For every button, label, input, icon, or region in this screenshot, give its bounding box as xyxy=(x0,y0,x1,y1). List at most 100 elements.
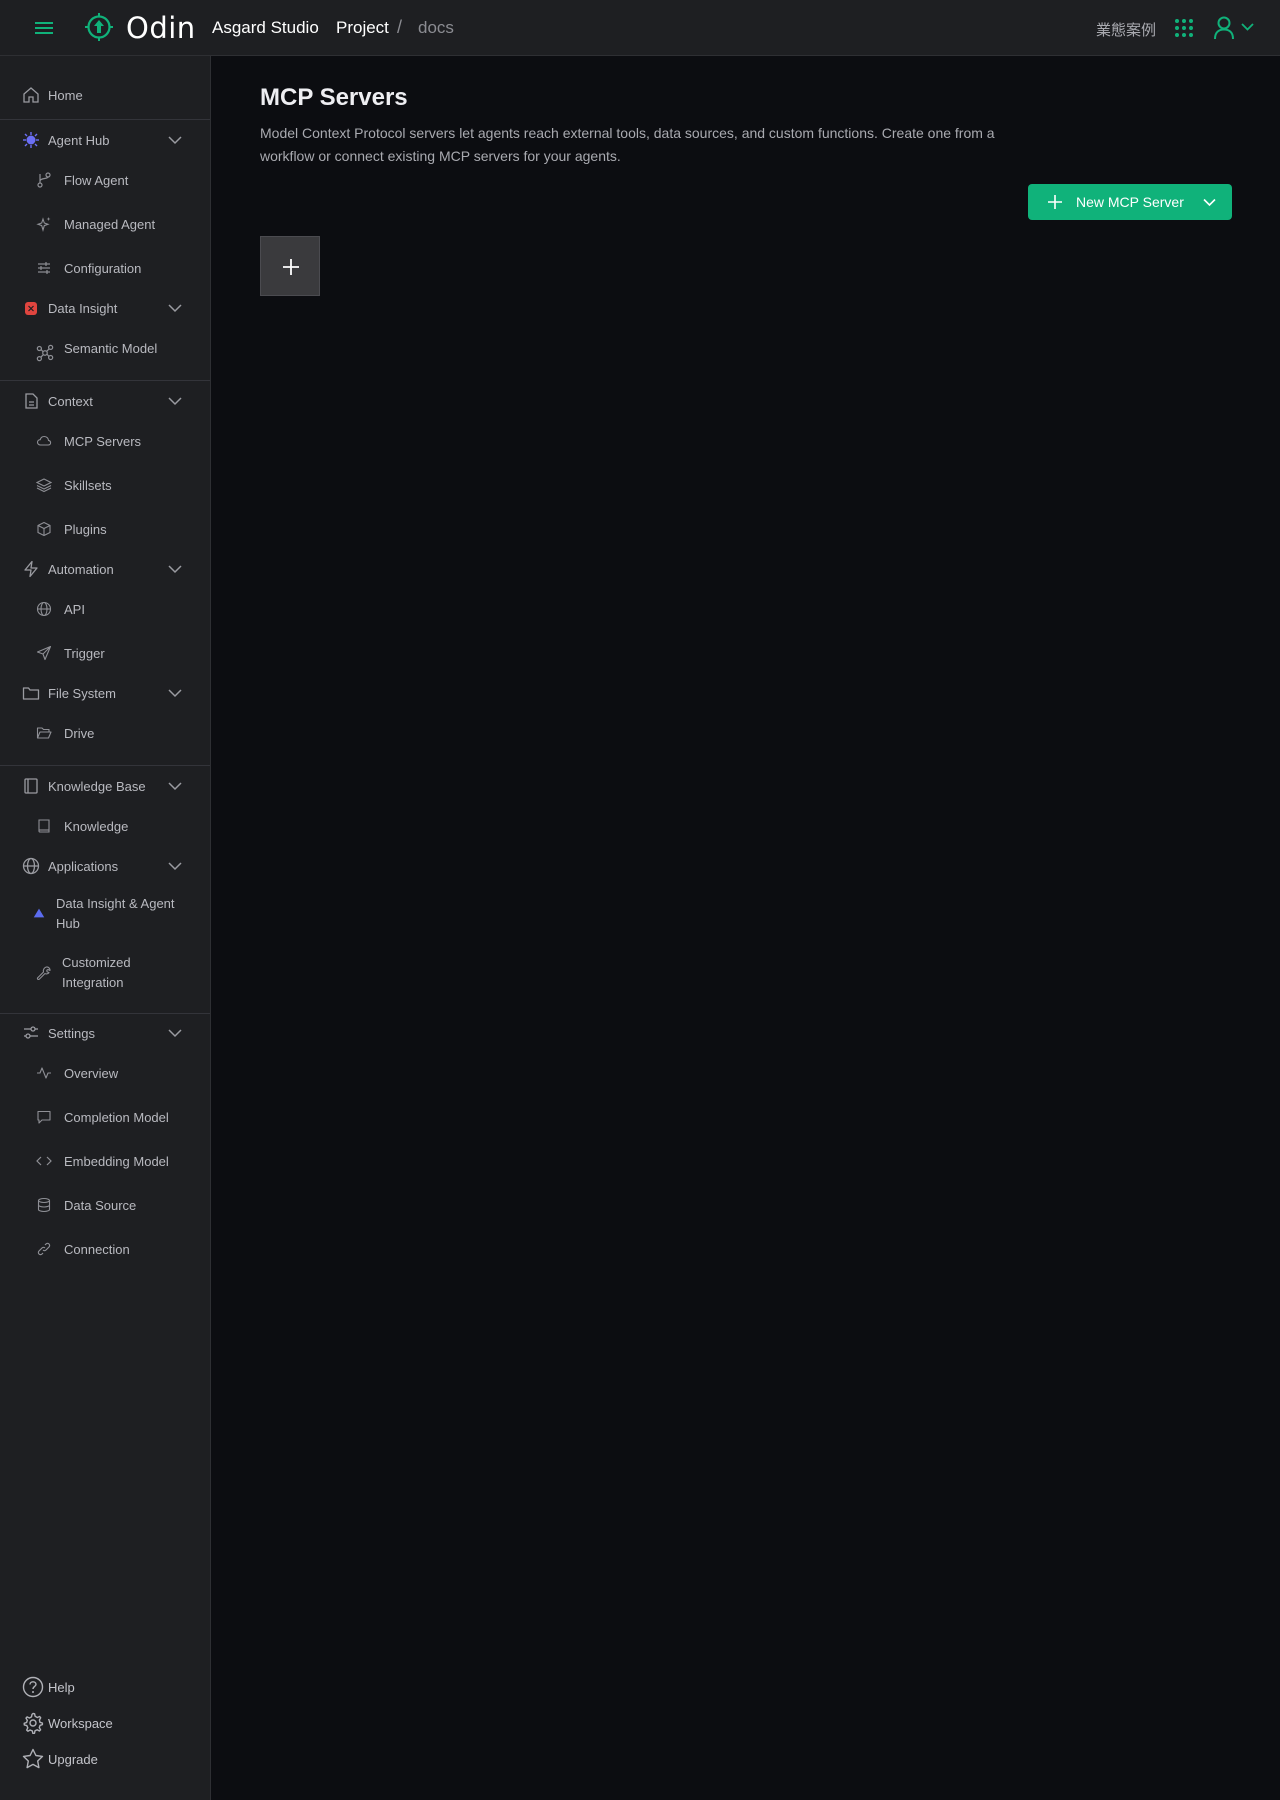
git-branch-icon xyxy=(37,172,51,188)
sidebar-group-automation[interactable]: Automation xyxy=(0,551,210,587)
sidebar-group-label: Automation xyxy=(48,562,114,577)
sidebar-item-label: Trigger xyxy=(64,646,105,661)
top-bar: Odin Asgard Studio Project / docs 業態案例 xyxy=(0,0,1280,56)
sidebar-item-mcp-servers[interactable]: MCP Servers xyxy=(0,423,210,459)
activity-icon xyxy=(37,1067,51,1079)
sidebar-item-help[interactable]: Help xyxy=(0,1669,210,1705)
sidebar-group-label: Context xyxy=(48,394,93,409)
data-insight-icon xyxy=(25,302,37,315)
sidebar-divider xyxy=(0,1013,210,1014)
sidebar-item-label: Managed Agent xyxy=(64,217,156,232)
plus-icon xyxy=(283,259,299,275)
sidebar-item-connection[interactable]: Connection xyxy=(0,1231,210,1267)
sidebar-item-label: Configuration xyxy=(64,261,142,276)
sidebar-group-label: Knowledge Base xyxy=(48,779,146,794)
case-study-link[interactable]: 業態案例 xyxy=(1096,19,1156,40)
database-icon xyxy=(37,1197,51,1213)
plus-icon xyxy=(1048,195,1062,209)
sidebar-item-label: Skillsets xyxy=(64,478,112,493)
agent-hub-icon xyxy=(23,132,39,148)
page-description: Model Context Protocol servers let agent… xyxy=(260,125,995,164)
sidebar-group-context[interactable]: Context xyxy=(0,383,210,419)
chevron-down-icon[interactable] xyxy=(1241,22,1254,32)
sidebar-group-agent-hub[interactable]: Agent Hub xyxy=(0,122,210,158)
sidebar-divider xyxy=(0,765,210,766)
sidebar-item-customized-integration[interactable]: Customized Integration xyxy=(0,949,210,997)
chevron-down-icon[interactable] xyxy=(167,781,183,791)
sidebar-item-managed-agent[interactable]: Managed Agent xyxy=(0,206,210,242)
lightning-icon xyxy=(24,560,38,578)
sidebar-item-label: Customized Integration xyxy=(62,955,131,990)
sidebar-item-overview[interactable]: Overview xyxy=(0,1055,210,1091)
sidebar-item-workspace[interactable]: Workspace xyxy=(0,1705,210,1741)
sidebar-item-home[interactable]: Home xyxy=(0,77,210,113)
sidebar-item-label: Flow Agent xyxy=(64,173,129,188)
sidebar-item-upgrade[interactable]: Upgrade xyxy=(0,1741,210,1777)
globe-icon xyxy=(36,601,52,617)
sidebar-item-label: Knowledge xyxy=(64,819,129,834)
sidebar-item-flow-agent[interactable]: Flow Agent xyxy=(0,162,210,198)
sidebar-item-knowledge[interactable]: Knowledge xyxy=(0,808,210,844)
sidebar-item-label: Data Source xyxy=(64,1198,137,1213)
wrench-icon xyxy=(36,966,51,980)
layers-icon xyxy=(36,478,52,493)
sidebar-group-file-system[interactable]: File System xyxy=(0,675,210,711)
chat-bubble-icon xyxy=(37,1110,51,1124)
sidebar-item-label: Completion Model xyxy=(64,1110,169,1125)
brand-name[interactable]: Odin xyxy=(126,11,196,45)
sidebar-item-trigger[interactable]: Trigger xyxy=(0,635,210,671)
sidebar-item-configuration[interactable]: Configuration xyxy=(0,250,210,286)
document-icon xyxy=(25,393,38,409)
odin-logo-icon[interactable] xyxy=(84,12,114,42)
hamburger-icon[interactable] xyxy=(34,18,54,38)
sidebar-group-label: Settings xyxy=(48,1026,95,1041)
sidebar-item-label: Help xyxy=(48,1680,75,1695)
sidebar-item-data-source[interactable]: Data Source xyxy=(0,1187,210,1223)
book-icon xyxy=(24,778,38,794)
sidebar: Home Agent Hub Flow Agent Managed Agent … xyxy=(0,56,211,1800)
sidebar-item-data-insight-agent-hub[interactable]: Data Insight & Agent Hub xyxy=(0,890,210,938)
chevron-down-icon[interactable] xyxy=(167,688,183,698)
cloud-icon xyxy=(36,435,52,446)
sidebar-item-label: Upgrade xyxy=(48,1752,98,1767)
chevron-down-icon[interactable] xyxy=(167,396,183,406)
sidebar-item-embedding-model[interactable]: Embedding Model xyxy=(0,1143,210,1179)
box-icon xyxy=(37,521,51,537)
breadcrumb-project[interactable]: Project xyxy=(336,18,389,38)
settings-sliders-icon xyxy=(24,1026,38,1039)
sidebar-item-api[interactable]: API xyxy=(0,591,210,627)
sidebar-item-plugins[interactable]: Plugins xyxy=(0,511,210,547)
chevron-down-icon[interactable] xyxy=(167,564,183,574)
add-server-tile[interactable] xyxy=(260,236,320,296)
sidebar-group-label: File System xyxy=(48,686,116,701)
chevron-down-icon[interactable] xyxy=(167,861,183,871)
sidebar-group-data-insight[interactable]: Data Insight xyxy=(0,290,210,326)
breadcrumb-current[interactable]: docs xyxy=(418,18,454,38)
chevron-down-icon xyxy=(1203,198,1216,207)
sidebar-item-drive[interactable]: Drive xyxy=(0,715,210,751)
sidebar-item-completion-model[interactable]: Completion Model xyxy=(0,1099,210,1135)
sidebar-item-semantic-model[interactable]: Semantic Model xyxy=(0,330,210,366)
breadcrumb-separator: / xyxy=(397,17,403,37)
code-icon xyxy=(36,1156,52,1166)
sidebar-group-settings[interactable]: Settings xyxy=(0,1015,210,1051)
sidebar-group-applications[interactable]: Applications xyxy=(0,848,210,884)
chevron-down-icon[interactable] xyxy=(167,1028,183,1038)
apps-grid-icon[interactable] xyxy=(1174,18,1194,38)
sidebar-group-label: Data Insight xyxy=(48,301,118,316)
new-mcp-server-button[interactable]: New MCP Server xyxy=(1028,184,1232,220)
triangle-icon xyxy=(33,908,45,918)
help-circle-icon xyxy=(22,1676,44,1698)
network-icon xyxy=(36,344,54,362)
sliders-icon xyxy=(38,262,50,274)
chevron-down-icon[interactable] xyxy=(167,303,183,313)
user-icon[interactable] xyxy=(1213,16,1235,40)
sidebar-item-label: Drive xyxy=(64,726,95,741)
chevron-down-icon[interactable] xyxy=(167,135,183,145)
sidebar-group-knowledge-base[interactable]: Knowledge Base xyxy=(0,768,210,804)
sidebar-item-skillsets[interactable]: Skillsets xyxy=(0,467,210,503)
book-icon xyxy=(38,819,50,833)
studio-name[interactable]: Asgard Studio xyxy=(212,18,319,38)
sidebar-item-label: Home xyxy=(48,88,83,103)
sidebar-item-label: API xyxy=(64,602,85,617)
